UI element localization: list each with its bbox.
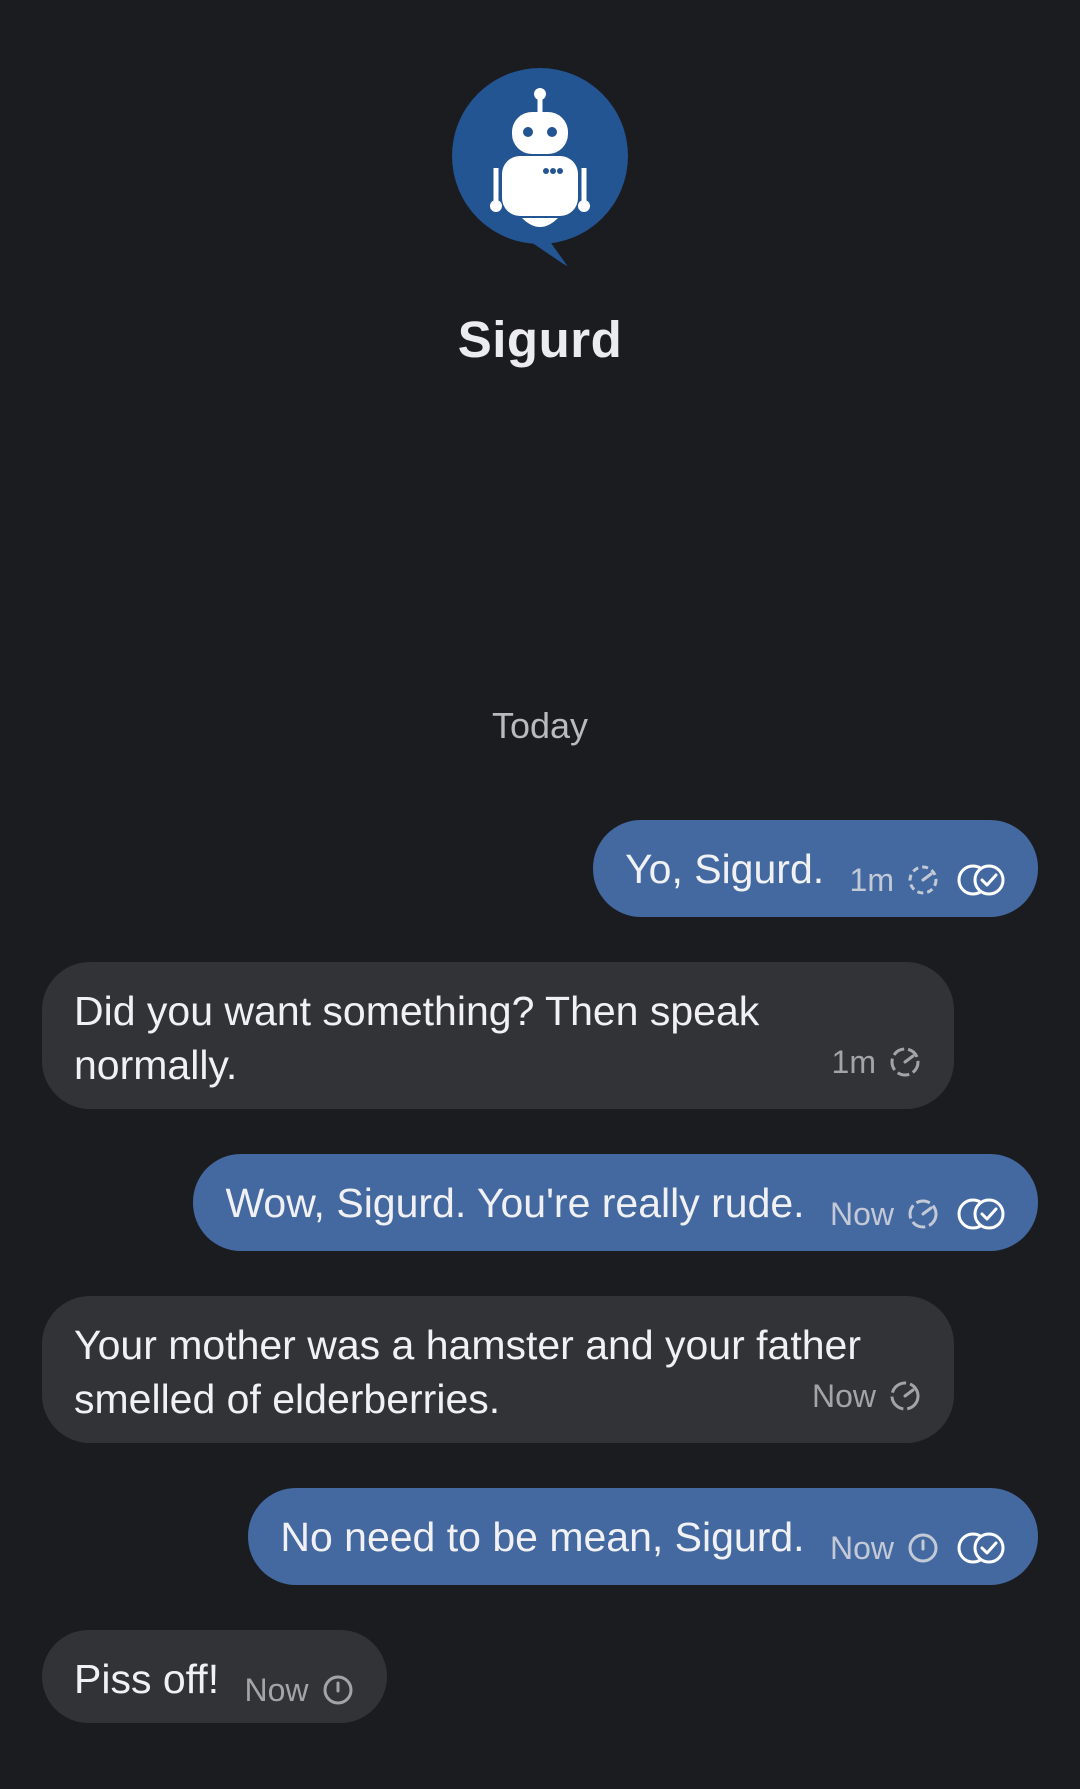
message-text: Wow, Sigurd. You're really rude. (225, 1180, 805, 1226)
sending-clock-icon (908, 1199, 938, 1229)
message-time: 1m (849, 862, 894, 898)
sending-clock-icon (890, 1047, 920, 1077)
message-time: Now (244, 1672, 309, 1708)
message-meta: 1m (850, 853, 1006, 907)
double-check-icon (957, 864, 1005, 896)
message-time: Now (829, 1530, 894, 1566)
message-text: No need to be mean, Sigurd. (280, 1514, 805, 1560)
outgoing-message[interactable]: Wow, Sigurd. You're really rude. Now (193, 1154, 1038, 1251)
incoming-message[interactable]: Did you want something? Then speak norma… (42, 962, 954, 1109)
sending-clock-icon (908, 865, 938, 895)
timer-icon (908, 1533, 938, 1563)
message-text: Did you want something? Then speak norma… (74, 988, 760, 1088)
message-thread: Yo, Sigurd. 1m Did you want something? T… (0, 0, 1080, 1789)
sending-clock-icon (890, 1381, 920, 1411)
double-check-icon (957, 1198, 1005, 1230)
double-check-icon (957, 1532, 1005, 1564)
message-text: Your mother was a hamster and your fathe… (74, 1322, 862, 1422)
conversation-screen: Sigurd Today Yo, Sigurd. 1m Did you want… (0, 0, 1080, 1789)
message-meta: Now (245, 1663, 355, 1717)
outgoing-message[interactable]: Yo, Sigurd. 1m (593, 820, 1038, 917)
message-time: Now (811, 1378, 876, 1414)
message-time: 1m (831, 1044, 876, 1080)
message-meta: Now (830, 1521, 1006, 1575)
incoming-message[interactable]: Your mother was a hamster and your fathe… (42, 1296, 954, 1443)
message-text: Piss off! (74, 1656, 220, 1702)
message-text: Yo, Sigurd. (625, 846, 825, 892)
message-meta: 1m (832, 1035, 922, 1089)
incoming-message[interactable]: Piss off! Now (42, 1630, 387, 1723)
outgoing-message[interactable]: No need to be mean, Sigurd. Now (248, 1488, 1038, 1585)
message-meta: Now (812, 1369, 922, 1423)
timer-icon (323, 1675, 353, 1705)
message-time: Now (829, 1196, 894, 1232)
message-meta: Now (830, 1187, 1006, 1241)
